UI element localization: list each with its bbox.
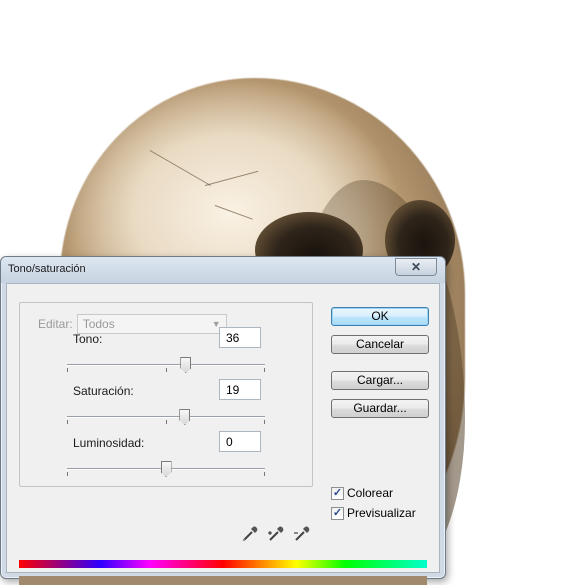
hue-label: Tono: [73,332,103,346]
dialog-title: Tono/saturación [8,263,86,275]
preview-label: Previsualizar [347,506,416,520]
slider-tick [67,368,68,372]
save-button[interactable]: Guardar... [331,399,429,418]
hue-input[interactable]: 36 [219,327,261,348]
saturation-input[interactable]: 19 [219,379,261,400]
hue-slider-track[interactable] [67,364,265,372]
hue-saturation-dialog: Tono/saturación ✕ Editar: Todos ▼ Tono: … [0,256,446,585]
close-button[interactable]: ✕ [395,258,437,276]
input-spectrum-bar [19,560,427,568]
colorize-row[interactable]: ✓ Colorear [331,486,393,500]
lightness-label: Luminosidad: [73,436,145,450]
saturation-label: Saturación: [73,384,134,398]
eyedropper-minus-icon[interactable] [292,524,312,544]
slider-tick [67,472,68,476]
lightness-input[interactable]: 0 [219,431,261,452]
preview-row[interactable]: ✓ Previsualizar [331,506,416,520]
edit-label: Editar: [38,317,73,331]
edit-row: Editar: Todos ▼ [34,313,233,335]
slider-tick [166,420,167,424]
close-icon: ✕ [410,260,422,274]
edit-select: Todos ▼ [76,314,227,334]
saturation-slider-track[interactable] [67,416,265,424]
cancel-button[interactable]: Cancelar [331,335,429,354]
edit-select-value: Todos [82,317,115,331]
dialog-titlebar[interactable]: Tono/saturación ✕ [1,257,445,283]
adjustment-group: Editar: Todos ▼ [19,302,313,487]
load-button[interactable]: Cargar... [331,371,429,390]
colorize-checkbox[interactable]: ✓ [331,486,344,500]
colorize-label: Colorear [347,486,394,500]
eyedropper-icon[interactable] [240,524,260,544]
slider-tick [67,420,68,424]
slider-tick [264,368,265,372]
eyedropper-plus-icon[interactable] [266,524,286,544]
dialog-body: Editar: Todos ▼ Tono: 36 Saturación: 19 [6,283,440,585]
slider-tick [264,472,265,476]
preview-checkbox[interactable]: ✓ [331,506,344,520]
ok-button[interactable]: OK [331,307,429,326]
slider-tick [264,420,265,424]
slider-tick [166,368,167,372]
